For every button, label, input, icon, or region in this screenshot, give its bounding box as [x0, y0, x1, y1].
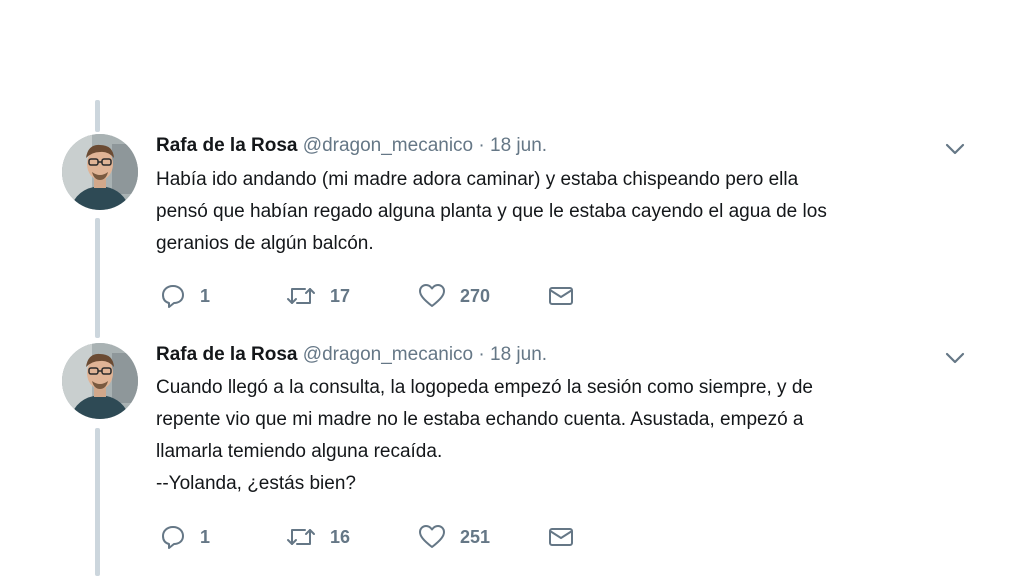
tweet-text-line: repente vio que mi madre no le estaba ec… [156, 409, 804, 430]
direct-message-button[interactable] [548, 522, 574, 552]
like-count: 270 [460, 285, 491, 306]
user-handle[interactable]: @dragon_mecanico [303, 135, 473, 156]
retweet-count: 17 [330, 285, 351, 306]
heart-icon [418, 283, 446, 309]
chevron-down-icon[interactable] [944, 138, 966, 160]
display-name[interactable]: Rafa de la Rosa [156, 344, 298, 365]
tweet-text-line: Había ido andando (mi madre adora camina… [156, 169, 799, 190]
user-handle[interactable]: @dragon_mecanico [303, 344, 473, 365]
tweet-text-line: llamarla temiendo alguna recaída. [156, 441, 443, 462]
like-button[interactable]: 270 [418, 281, 490, 311]
envelope-icon [548, 525, 574, 549]
tweet-thread: Rafa de la Rosa @dragon_mecanico · 18 ju… [0, 0, 1024, 576]
retweet-icon [286, 524, 316, 550]
avatar[interactable] [62, 343, 138, 419]
thread-line-bottom [95, 428, 100, 576]
reply-icon [160, 524, 186, 550]
tweet-actions: 1 17 270 [160, 281, 620, 311]
separator-dot: · [478, 344, 485, 365]
envelope-icon [548, 284, 574, 308]
direct-message-button[interactable] [548, 281, 574, 311]
tweet-text: Había ido andando (mi madre adora camina… [156, 164, 976, 260]
heart-icon [418, 524, 446, 550]
display-name[interactable]: Rafa de la Rosa [156, 135, 298, 156]
tweet-text-line: Cuando llegó a la consulta, la logopeda … [156, 377, 813, 398]
tweet-header: Rafa de la Rosa @dragon_mecanico · 18 ju… [156, 343, 547, 367]
thread-line-top [95, 100, 100, 132]
tweet-text-line: --Yolanda, ¿estás bien? [156, 473, 356, 494]
retweet-icon [286, 283, 316, 309]
reply-count: 1 [200, 526, 211, 547]
like-button[interactable]: 251 [418, 522, 490, 552]
retweet-count: 16 [330, 526, 351, 547]
reply-icon [160, 283, 186, 309]
tweet-text-line: pensó que habían regado alguna planta y … [156, 201, 827, 222]
reply-button[interactable]: 1 [160, 281, 210, 311]
retweet-button[interactable]: 17 [286, 281, 350, 311]
tweet-date[interactable]: 18 jun. [490, 135, 547, 156]
tweet-text-line: geranios de algún balcón. [156, 233, 374, 254]
like-count: 251 [460, 526, 491, 547]
tweet-text: Cuando llegó a la consulta, la logopeda … [156, 372, 976, 500]
avatar[interactable] [62, 134, 138, 210]
tweet-actions: 1 16 251 [160, 522, 620, 552]
tweet-date[interactable]: 18 jun. [490, 344, 547, 365]
separator-dot: · [478, 135, 485, 156]
reply-button[interactable]: 1 [160, 522, 210, 552]
thread-line-middle [95, 218, 100, 338]
tweet-header: Rafa de la Rosa @dragon_mecanico · 18 ju… [156, 134, 547, 158]
chevron-down-icon[interactable] [944, 347, 966, 369]
retweet-button[interactable]: 16 [286, 522, 350, 552]
reply-count: 1 [200, 285, 211, 306]
